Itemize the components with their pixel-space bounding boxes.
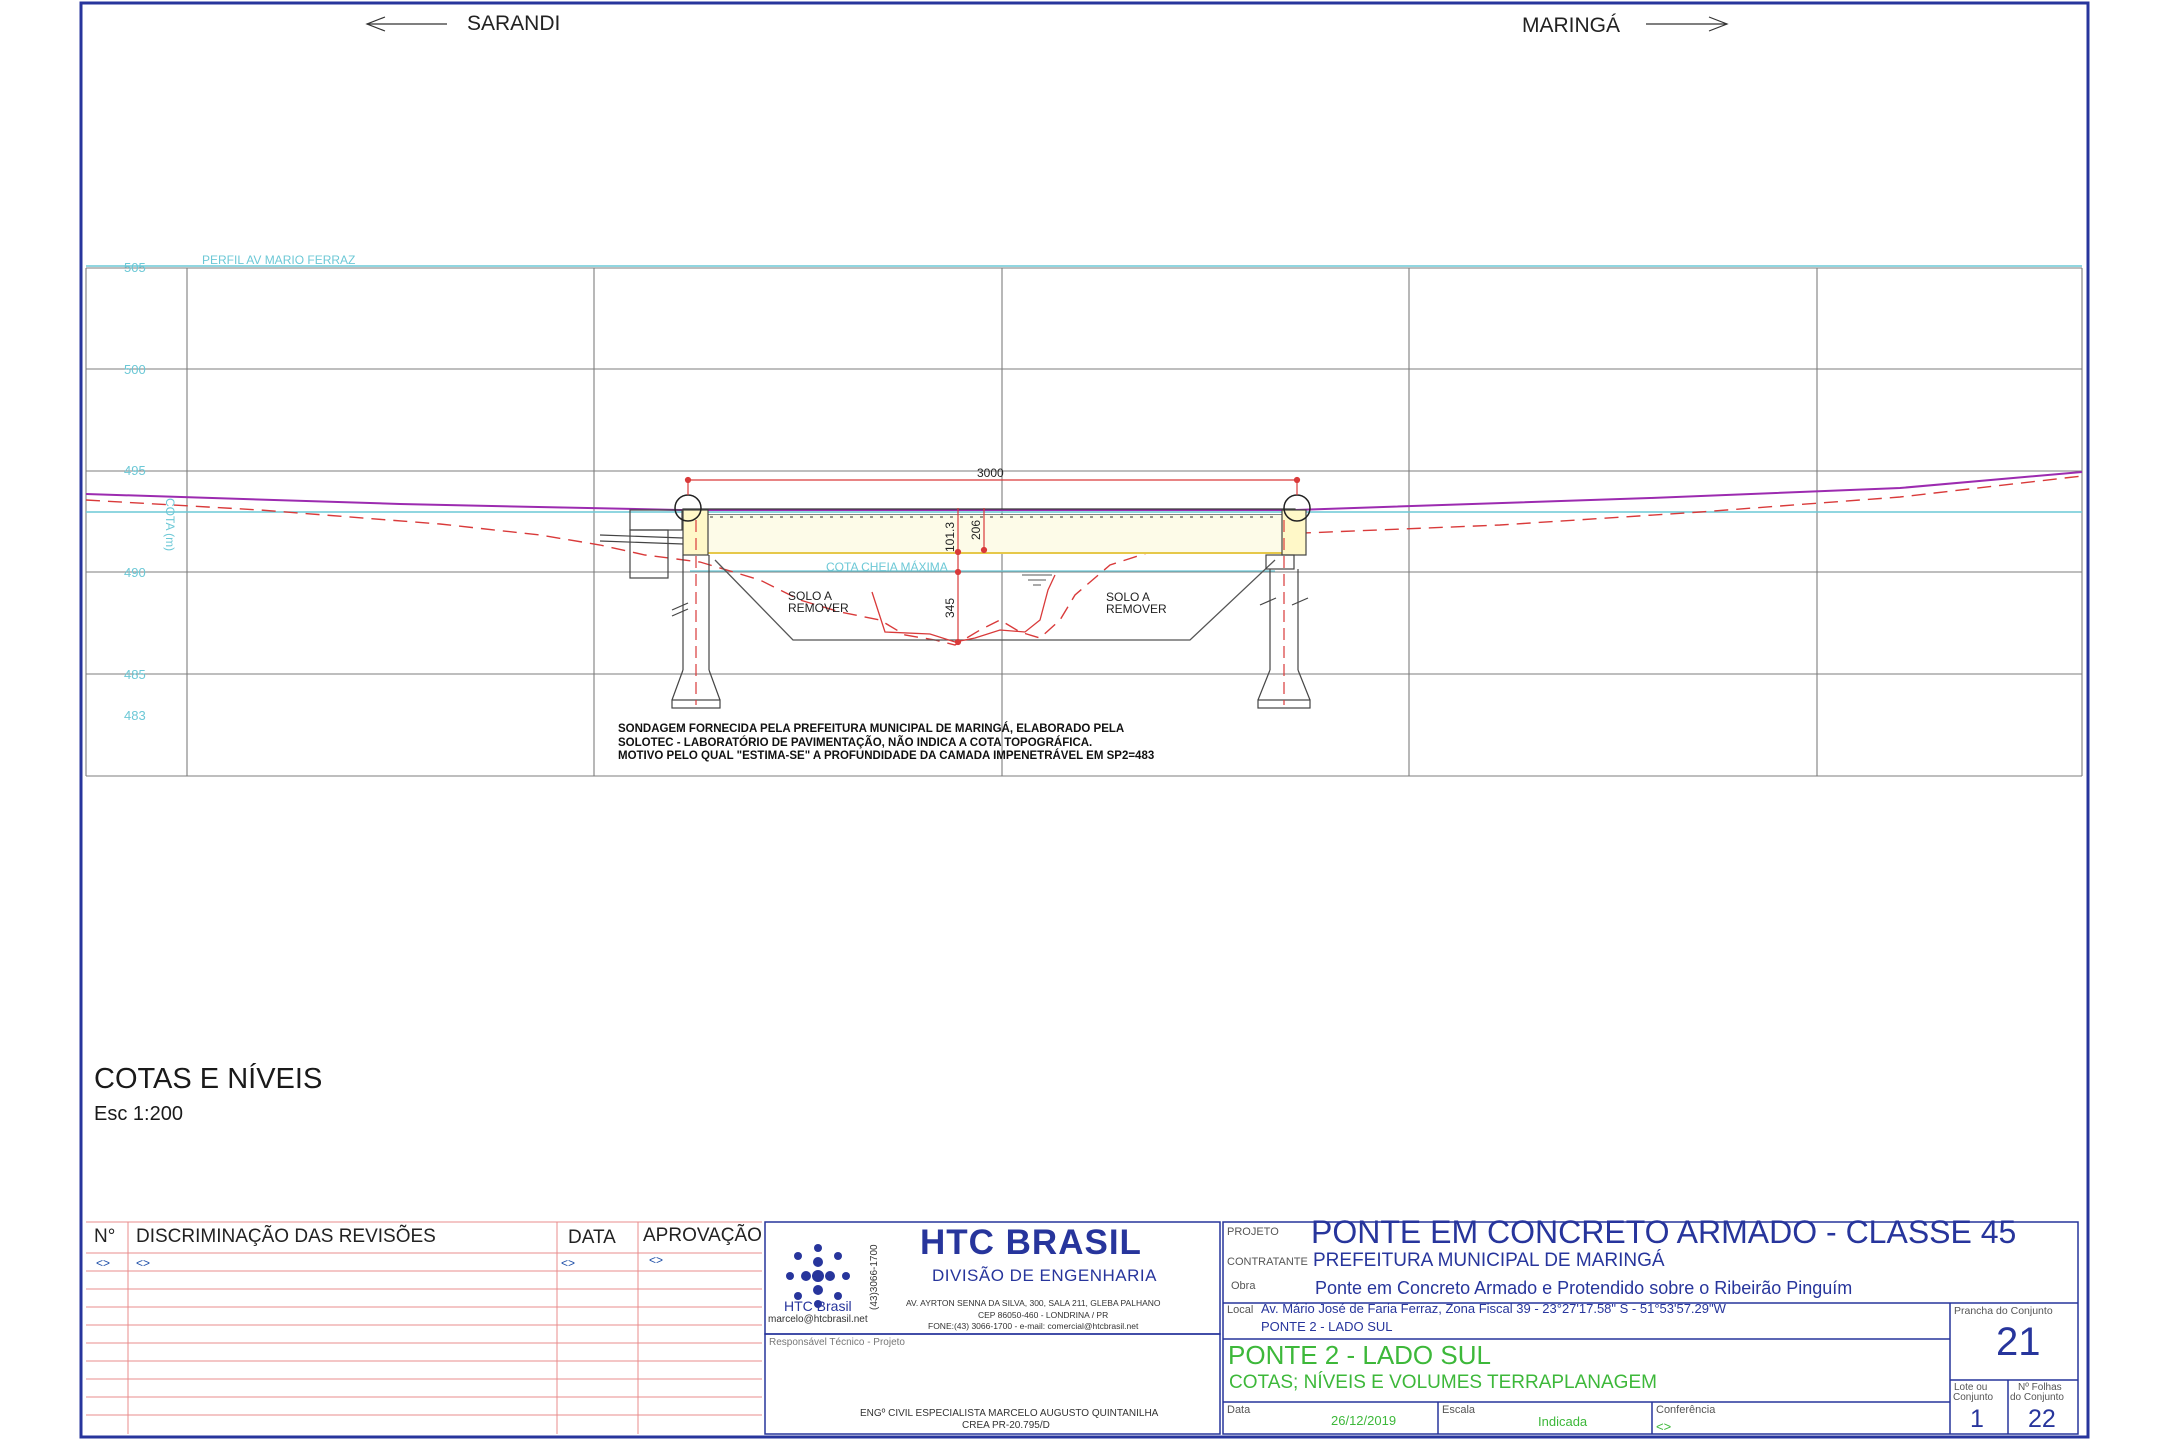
elevation-label-495: 495: [124, 463, 146, 478]
company-address-line1: AV. AYRTON SENNA DA SILVA, 300, SALA 211…: [906, 1298, 1161, 1308]
data-label: Data: [1227, 1404, 1251, 1416]
obra-label: Obra: [1231, 1280, 1256, 1292]
sheet-title: PONTE 2 - LADO SUL: [1228, 1340, 1491, 1370]
elevation-label-490: 490: [124, 565, 146, 580]
road-profile-line: [85, 471, 2083, 511]
revision-col-date: DATA: [568, 1227, 616, 1248]
soil-left-line2: REMOVER: [788, 601, 849, 615]
conferencia-label: Conferência: [1656, 1404, 1716, 1416]
contratante-value: PREFEITURA MUNICIPAL DE MARINGÁ: [1313, 1250, 1665, 1271]
survey-note-line1: SONDAGEM FORNECIDA PELA PREFEITURA MUNIC…: [618, 722, 1124, 735]
left-abutment: [599, 509, 721, 709]
folhas-value: 22: [2028, 1405, 2056, 1433]
revision-description-placeholder: <>: [136, 1256, 151, 1270]
elevation-label-483: 483: [124, 708, 146, 723]
company-email: marcelo@htcbrasil.net: [768, 1314, 868, 1325]
company-name: HTC BRASIL: [920, 1223, 1142, 1262]
revision-col-description: DISCRIMINAÇÃO DAS REVISÕES: [136, 1226, 436, 1247]
local-value: Av. Mário José de Faria Ferraz, Zona Fis…: [1261, 1301, 1726, 1316]
responsible-crea: CREA PR-20.795/D: [962, 1420, 1050, 1431]
local-value-2: PONTE 2 - LADO SUL: [1261, 1319, 1393, 1334]
dimension-101-text: 101.3: [943, 522, 957, 552]
axis-label: COTA (m): [163, 498, 177, 551]
obra-value: Ponte em Concreto Armado e Protendido so…: [1315, 1278, 1853, 1298]
direction-left-label: SARANDI: [467, 12, 561, 35]
company-division: DIVISÃO DE ENGENHARIA: [932, 1266, 1157, 1285]
escala-label: Escala: [1442, 1404, 1476, 1416]
prancha-label: Prancha do Conjunto: [1954, 1305, 2053, 1317]
company-address-line2: CEP 86050-460 - LONDRINA / PR: [978, 1310, 1109, 1320]
water-level-symbol: [1022, 574, 1052, 586]
profile-label: PERFIL AV MARIO FERRAZ: [202, 253, 355, 267]
dimension-345-text: 345: [943, 598, 957, 618]
terrain-dashed-line: [85, 475, 2083, 646]
drawing-sheet: PERFIL AV MARIO FERRAZ 505 500 495 490 4…: [0, 0, 2160, 1440]
direction-right-label: MARINGÁ: [1522, 14, 1621, 37]
span-dimension-text: 3000: [977, 466, 1004, 480]
data-value: 26/12/2019: [1331, 1413, 1397, 1428]
survey-note-line3: MOTIVO PELO QUAL "ESTIMA-SE" A PROFUNDID…: [618, 749, 1154, 762]
revision-number-placeholder: <>: [96, 1256, 111, 1270]
project-title: PONTE EM CONCRETO ARMADO - CLASSE 45: [1311, 1214, 2017, 1250]
projeto-label: PROJETO: [1227, 1226, 1279, 1238]
conferencia-value: <>: [1656, 1419, 1672, 1434]
revision-date-placeholder: <>: [561, 1256, 576, 1270]
view-scale: Esc 1:200: [94, 1103, 183, 1125]
dimension-206-text: 206: [969, 520, 983, 540]
elevation-label-505: 505: [124, 260, 146, 275]
responsible-name: ENGº CIVIL ESPECIALISTA MARCELO AUGUSTO …: [860, 1408, 1159, 1419]
view-title: COTAS E NÍVEIS: [94, 1063, 323, 1095]
right-direction-arrow: [1646, 16, 1729, 32]
local-label: Local: [1227, 1304, 1254, 1316]
company-phone-vertical: (43)3066-1700: [869, 1244, 880, 1310]
elevation-label-500: 500: [124, 362, 146, 377]
company-brand: HTC Brasil: [784, 1298, 852, 1314]
bridge-deck: [682, 508, 1296, 554]
revision-approval-placeholder: <>: [649, 1253, 664, 1267]
revision-col-number: N°: [94, 1226, 116, 1247]
sheet-subtitle: COTAS; NÍVEIS E VOLUMES TERRAPLANAGEM: [1229, 1372, 1657, 1393]
revision-col-approval: APROVAÇÃO: [643, 1225, 762, 1246]
escala-value: Indicada: [1538, 1414, 1588, 1429]
lote-label-2: Conjunto: [1953, 1392, 1994, 1403]
span-dimension-line: [684, 476, 1301, 495]
elevation-label-485: 485: [124, 667, 146, 682]
soil-right-line2: REMOVER: [1106, 602, 1167, 616]
left-direction-arrow: [365, 16, 447, 32]
contratante-label: CONTRATANTE: [1227, 1256, 1308, 1268]
company-address-line3: FONE:(43) 3066-1700 - e-mail: comercial@…: [928, 1321, 1139, 1331]
survey-note-line2: SOLOTEC - LABORATÓRIO DE PAVIMENTAÇÃO, N…: [618, 736, 1092, 749]
lote-value: 1: [1970, 1405, 1984, 1433]
prancha-number: 21: [1996, 1320, 2041, 1364]
riverbed-line: [871, 574, 1056, 643]
flood-level-label: COTA CHEIA MÁXIMA: [826, 559, 948, 574]
responsible-label: Responsável Técnico - Projeto: [769, 1337, 905, 1348]
folhas-label-2: do Conjunto: [2010, 1392, 2064, 1403]
